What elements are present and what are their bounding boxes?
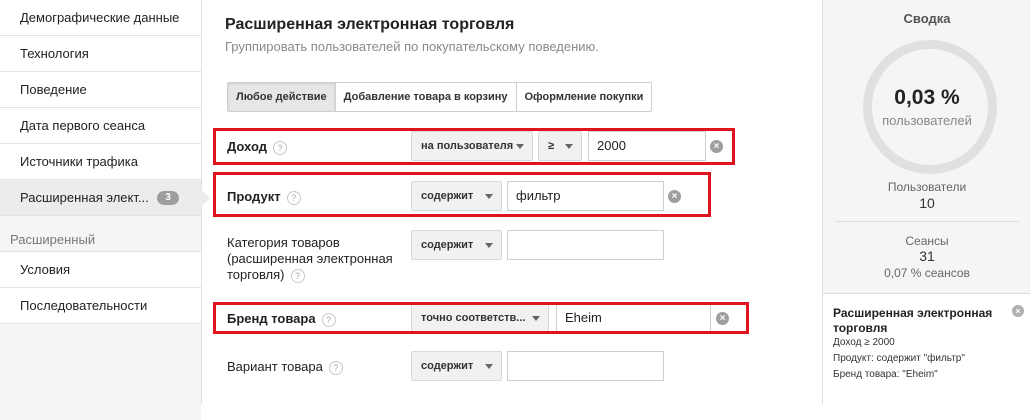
segment-definition: Расширенная электронная торговля × Доход… [823,293,1030,404]
sidebar-item-demographics[interactable]: Демографические данные [0,0,201,36]
segment-editor: Расширенная электронная торговля Группир… [203,0,821,404]
sidebar-item-enhanced-ecommerce[interactable]: Расширенная элект... 3 [0,180,210,216]
sidebar-item-behavior[interactable]: Поведение [0,72,201,108]
section-label-advanced: Расширенный [0,216,201,252]
help-icon[interactable]: ? [328,360,343,375]
sidebar-item-label: Технология [20,46,89,61]
help-icon[interactable]: ? [290,268,305,283]
tab-checkout[interactable]: Оформление покупки [517,83,652,111]
sidebar-item-first-session-date[interactable]: Дата первого сеанса [0,108,201,144]
sidebar-item-traffic-sources[interactable]: Источники трафика [0,144,201,180]
sidebar: Демографические данные Технология Поведе… [0,0,210,420]
divider [835,221,1019,222]
category-value-input[interactable] [507,230,664,260]
filter-label-text: торговля) [227,267,285,282]
segment-title: Расширенная электронная торговля [833,306,993,335]
operator-dropdown[interactable]: содержит [411,230,502,260]
chevron-down-icon [485,364,493,369]
highlight-box [213,128,735,165]
sidebar-item-label: Демографические данные [20,10,180,25]
tab-any-action[interactable]: Любое действие [228,83,336,111]
segment-condition: Бренд товара: "Eheim" [833,369,938,380]
filter-row-variant: Вариант товара? содержит [203,351,821,381]
highlight-box [213,172,711,217]
sidebar-item-sequences[interactable]: Последовательности [0,288,201,324]
page-subtitle: Группировать пользователей по покупатель… [225,39,599,54]
users-label: Пользователи [887,180,967,194]
sessions-share: 0,07 % сеансов [884,266,970,280]
sidebar-item-label: Условия [20,262,71,277]
sidebar-item-label: Расширенная элект... [20,190,149,205]
sidebar-fill [0,324,201,420]
filter-label-category: Категория товаров (расширенная электронн… [227,235,393,283]
active-indicator [201,189,210,207]
count-badge: 3 [157,191,179,205]
variant-value-input[interactable] [507,351,664,381]
segment-condition: Продукт: содержит "фильтр" [833,353,965,364]
sidebar-item-label: Последовательности [20,298,148,313]
dropdown-value: содержит [421,360,474,372]
filter-label-variant: Вариант товара? [227,359,343,375]
users-percentage-label: пользователей [882,113,972,128]
summary-panel: Сводка 0,03 % пользователей Пользователи… [822,0,1030,404]
users-percentage: 0,03 % [894,86,960,109]
sidebar-item-label: Дата первого сеанса [20,118,146,133]
action-tabs: Любое действие Добавление товара в корзи… [227,82,653,112]
summary-title: Сводка [903,11,951,26]
highlight-box [213,302,749,334]
users-value: 10 [919,195,935,211]
sessions-label: Сеансы [905,234,949,248]
close-icon[interactable]: × [1012,305,1024,317]
segment-condition: Доход ≥ 2000 [833,337,895,348]
sidebar-item-label: Источники трафика [20,154,138,169]
filter-row-category: Категория товаров (расширенная электронн… [203,230,821,286]
filter-label-line: Категория товаров [227,235,340,250]
sidebar-item-technology[interactable]: Технология [0,36,201,72]
sidebar-item-conditions[interactable]: Условия [0,252,201,288]
filter-label-text: Вариант товара [227,359,323,374]
chevron-down-icon [485,243,493,248]
operator-dropdown[interactable]: содержит [411,351,502,381]
tab-add-to-cart[interactable]: Добавление товара в корзину [336,83,517,111]
sidebar-item-label: Поведение [20,82,87,97]
filter-label-line: торговля)? [227,267,393,283]
filter-label-line: (расширенная электронная [227,251,393,266]
page-title: Расширенная электронная торговля [225,16,515,33]
sessions-value: 31 [919,248,935,264]
dropdown-value: содержит [421,239,474,251]
